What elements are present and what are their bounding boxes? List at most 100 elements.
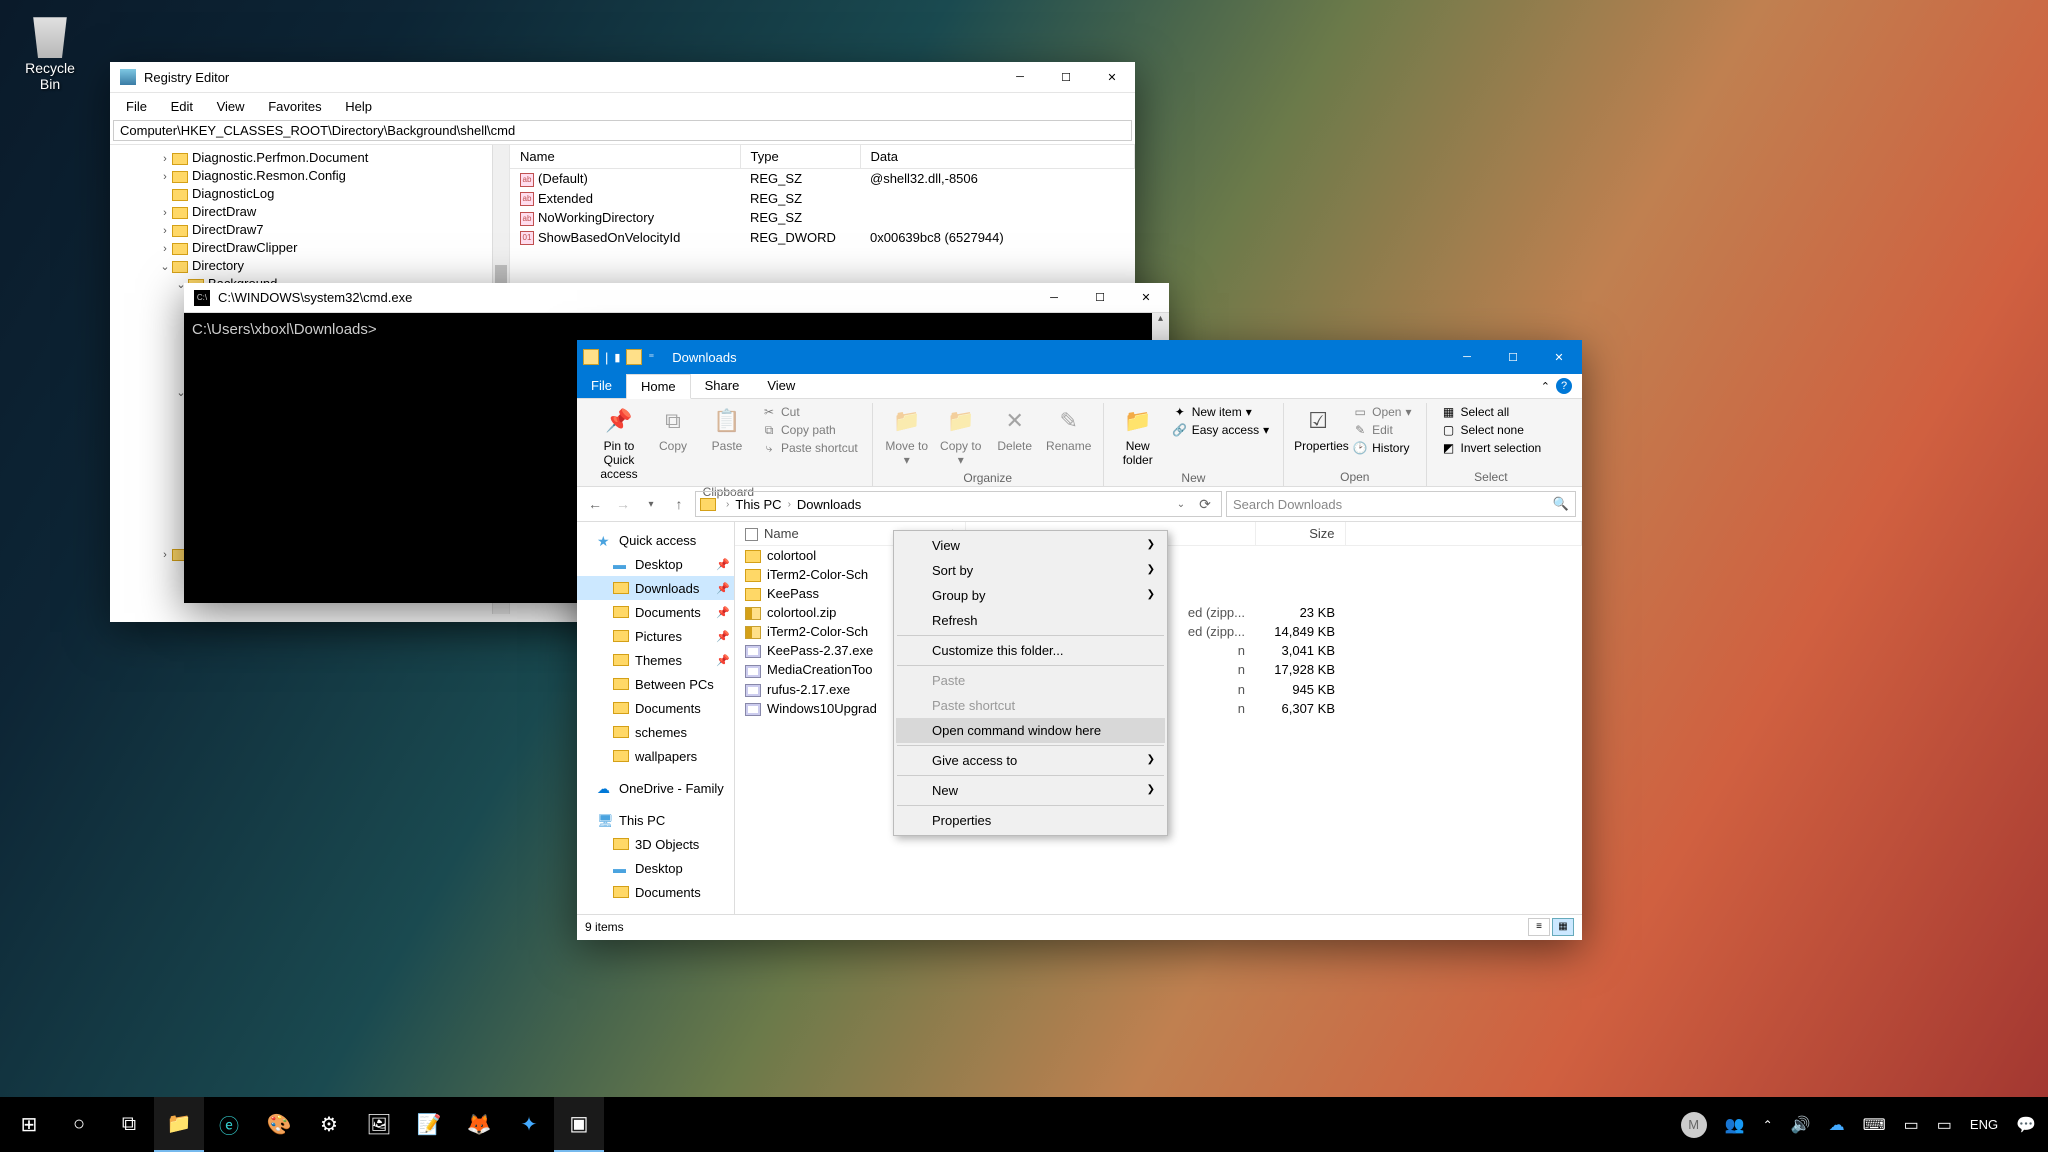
view-icons-button[interactable]: ▦: [1552, 918, 1574, 936]
nav-documents2[interactable]: Documents: [577, 696, 734, 720]
invert-button[interactable]: ◩Invert selection: [1435, 439, 1548, 457]
menu-favorites[interactable]: Favorites: [258, 96, 331, 117]
crumb-current[interactable]: Downloads: [797, 497, 861, 512]
menu-item[interactable]: Give access to❯: [896, 748, 1165, 773]
settings-taskbar-icon[interactable]: ⚙: [304, 1097, 354, 1152]
minimize-button[interactable]: ─: [1031, 283, 1077, 313]
selectnone-button[interactable]: ▢Select none: [1435, 421, 1548, 439]
forward-button[interactable]: →: [611, 492, 635, 516]
view-details-button[interactable]: ≡: [1528, 918, 1550, 936]
tray-expand-icon[interactable]: ⌃: [1755, 1097, 1781, 1152]
notes-taskbar-icon[interactable]: 📝: [404, 1097, 454, 1152]
tab-view[interactable]: View: [753, 374, 809, 398]
recycle-bin[interactable]: Recycle Bin: [14, 10, 86, 92]
firefox-taskbar-icon[interactable]: 🦊: [454, 1097, 504, 1152]
maximize-button[interactable]: ☐: [1043, 62, 1089, 92]
close-button[interactable]: ✕: [1089, 62, 1135, 92]
easyaccess-button[interactable]: 🔗Easy access ▾: [1166, 421, 1275, 439]
help-icon[interactable]: ?: [1556, 378, 1572, 394]
menu-item[interactable]: Group by❯: [896, 583, 1165, 608]
nav-pane[interactable]: ★Quick access ▬Desktop📌 Downloads📌 Docum…: [577, 522, 735, 914]
network-icon[interactable]: ▭: [1929, 1097, 1960, 1152]
people-icon[interactable]: 👥: [1717, 1097, 1753, 1152]
moveto-button[interactable]: 📁Move to ▾: [881, 403, 933, 469]
recent-button[interactable]: ▾: [639, 492, 663, 516]
explorer-titlebar[interactable]: | ▮ ⁼ Downloads ─ ☐ ✕: [577, 340, 1582, 374]
menu-item[interactable]: Open command window here: [896, 718, 1165, 743]
col-data[interactable]: Data: [860, 145, 1135, 169]
col-size[interactable]: Size: [1255, 522, 1345, 546]
col-name[interactable]: Name: [510, 145, 740, 169]
nav-pictures[interactable]: Pictures📌: [577, 624, 734, 648]
onedrive-tray-icon[interactable]: ☁: [1821, 1097, 1853, 1152]
breadcrumb[interactable]: › This PC › Downloads ⌄ ⟳: [695, 491, 1222, 517]
menu-item[interactable]: Customize this folder...: [896, 638, 1165, 663]
pin-button[interactable]: 📌Pin to Quick access: [593, 403, 645, 483]
user-avatar[interactable]: M: [1673, 1097, 1715, 1152]
photos-taskbar-icon[interactable]: 🖼: [354, 1097, 404, 1152]
close-button[interactable]: ✕: [1123, 283, 1169, 313]
cut-button[interactable]: ✂Cut: [755, 403, 864, 421]
copypath-button[interactable]: ⧉Copy path: [755, 421, 864, 439]
app-taskbar-icon[interactable]: ✦: [504, 1097, 554, 1152]
search-button[interactable]: ○: [54, 1097, 104, 1152]
properties-button[interactable]: ☑Properties: [1292, 403, 1344, 455]
cmd-titlebar[interactable]: C:\ C:\WINDOWS\system32\cmd.exe ─ ☐ ✕: [184, 283, 1169, 313]
tree-item[interactable]: ›DirectDraw: [110, 203, 509, 221]
pasteshortcut-button[interactable]: ⤷Paste shortcut: [755, 439, 864, 457]
nav-thispc[interactable]: 🖥This PC: [577, 808, 734, 832]
tree-item[interactable]: ›Diagnostic.Resmon.Config: [110, 167, 509, 185]
value-row[interactable]: abExtendedREG_SZ: [510, 189, 1135, 209]
tree-item[interactable]: DiagnosticLog: [110, 185, 509, 203]
edge-taskbar-icon[interactable]: ⓔ: [204, 1097, 254, 1152]
copyto-button[interactable]: 📁Copy to ▾: [935, 403, 987, 469]
nav-schemes[interactable]: schemes: [577, 720, 734, 744]
nav-onedrive[interactable]: ☁OneDrive - Family: [577, 776, 734, 800]
notifications-icon[interactable]: 💬: [2008, 1097, 2044, 1152]
nav-downloads[interactable]: Downloads📌: [577, 576, 734, 600]
breadcrumb-dropdown-icon[interactable]: ⌄: [1169, 492, 1193, 516]
nav-desktop2[interactable]: ▬Desktop: [577, 856, 734, 880]
ribbon-collapse-icon[interactable]: ⌃: [1541, 380, 1550, 393]
newitem-button[interactable]: ✦New item ▾: [1166, 403, 1275, 421]
qat-toggle-icon[interactable]: ▮: [614, 351, 620, 364]
paste-button[interactable]: 📋Paste: [701, 403, 753, 455]
copy-button[interactable]: ⧉Copy: [647, 403, 699, 455]
tree-item[interactable]: ⌄Directory: [110, 257, 509, 275]
nav-quick-access[interactable]: ★Quick access: [577, 528, 734, 552]
rename-button[interactable]: ✎Rename: [1043, 403, 1095, 455]
minimize-button[interactable]: ─: [1444, 340, 1490, 374]
taskview-button[interactable]: ⧉: [104, 1097, 154, 1152]
regedit-titlebar[interactable]: Registry Editor ─ ☐ ✕: [110, 62, 1135, 92]
col-type[interactable]: Type: [740, 145, 860, 169]
nav-desktop[interactable]: ▬Desktop📌: [577, 552, 734, 576]
nav-themes[interactable]: Themes📌: [577, 648, 734, 672]
minimize-button[interactable]: ─: [997, 62, 1043, 92]
col-end[interactable]: [1345, 522, 1582, 546]
paint-taskbar-icon[interactable]: 🎨: [254, 1097, 304, 1152]
menu-item[interactable]: Sort by❯: [896, 558, 1165, 583]
start-button[interactable]: ⊞: [4, 1097, 54, 1152]
nav-documents3[interactable]: Documents: [577, 880, 734, 904]
tab-file[interactable]: File: [577, 374, 626, 398]
crumb-thispc[interactable]: This PC: [735, 497, 781, 512]
delete-button[interactable]: ✕Delete: [989, 403, 1041, 455]
value-row[interactable]: 01ShowBasedOnVelocityIdREG_DWORD0x00639b…: [510, 228, 1135, 248]
menu-edit[interactable]: Edit: [161, 96, 203, 117]
language-indicator[interactable]: ENG: [1962, 1097, 2006, 1152]
menu-file[interactable]: File: [116, 96, 157, 117]
tree-item[interactable]: ›Diagnostic.Perfmon.Document: [110, 149, 509, 167]
tree-item[interactable]: ›DirectDrawClipper: [110, 239, 509, 257]
tree-item[interactable]: ›DirectDraw7: [110, 221, 509, 239]
history-button[interactable]: 🕑History: [1346, 439, 1417, 457]
nav-wallpapers[interactable]: wallpapers: [577, 744, 734, 768]
menu-item[interactable]: Properties: [896, 808, 1165, 833]
value-row[interactable]: ab(Default)REG_SZ@shell32.dll,-8506: [510, 169, 1135, 189]
cmd-taskbar-icon[interactable]: ▣: [554, 1097, 604, 1152]
newfolder-button[interactable]: 📁New folder: [1112, 403, 1164, 469]
maximize-button[interactable]: ☐: [1077, 283, 1123, 313]
back-button[interactable]: ←: [583, 492, 607, 516]
menu-help[interactable]: Help: [335, 96, 382, 117]
open-button[interactable]: ▭Open ▾: [1346, 403, 1417, 421]
battery-icon[interactable]: ▭: [1896, 1097, 1927, 1152]
